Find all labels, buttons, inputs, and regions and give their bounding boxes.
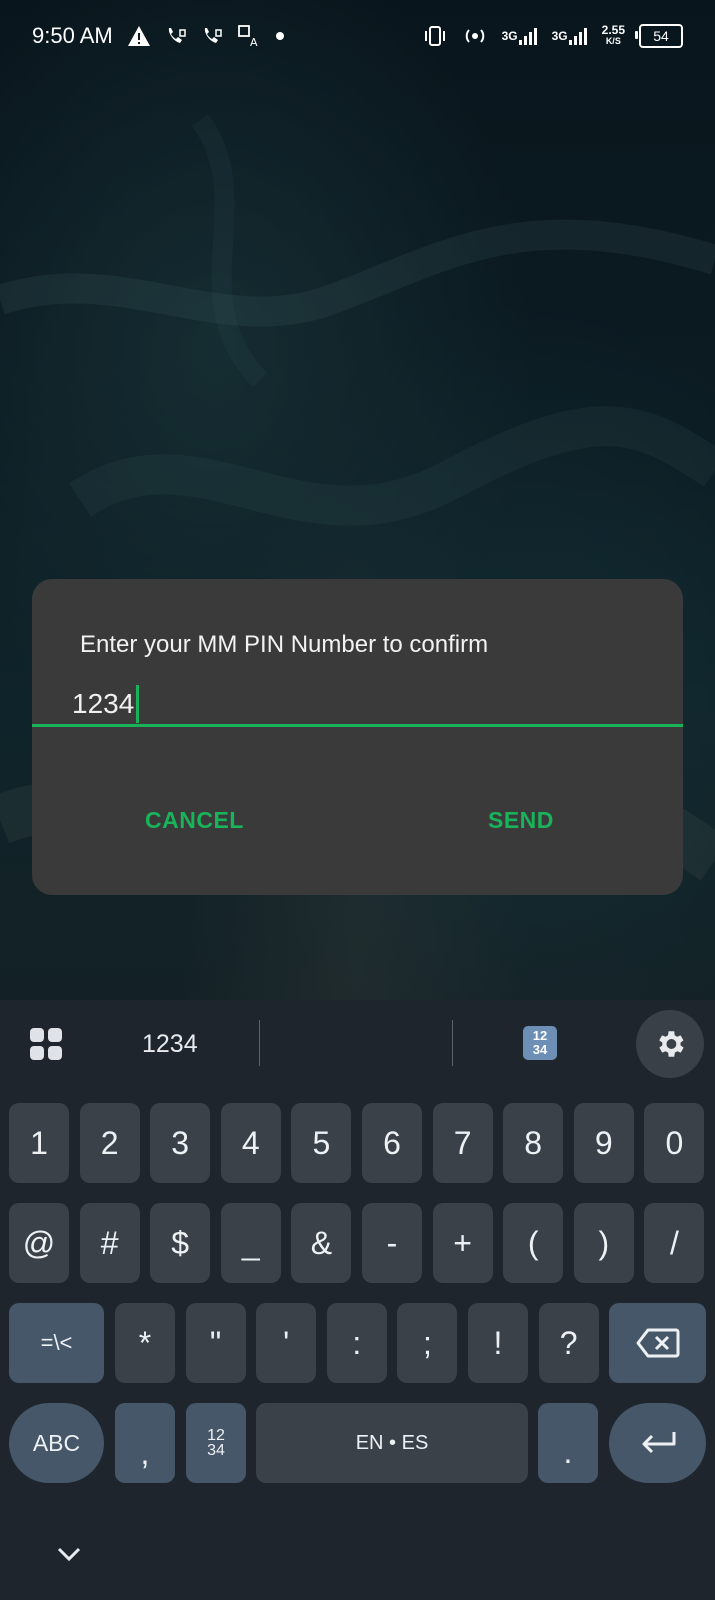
- suggestion-divider: [259, 1020, 260, 1066]
- number-key[interactable]: 4: [220, 1103, 281, 1183]
- comma-key[interactable]: ,: [115, 1403, 175, 1483]
- space-bar[interactable]: EN • ES: [256, 1403, 528, 1483]
- symbol-key[interactable]: _: [220, 1203, 281, 1283]
- warning-icon: [127, 24, 151, 48]
- wifi-call-icon: [165, 24, 187, 48]
- symbol-key[interactable]: ): [573, 1203, 634, 1283]
- enter-icon: [642, 1432, 675, 1454]
- volte-call-icon: [201, 24, 223, 48]
- cancel-button[interactable]: CANCEL: [145, 807, 244, 834]
- gear-icon: [659, 1031, 684, 1057]
- punctuation-key[interactable]: !: [468, 1303, 528, 1383]
- symbol-key[interactable]: -: [362, 1203, 422, 1283]
- punctuation-key[interactable]: ": [185, 1303, 246, 1383]
- number-key[interactable]: 2: [79, 1103, 140, 1183]
- battery-icon: 54: [635, 24, 683, 48]
- chevron-down-icon: [57, 1547, 81, 1562]
- backspace-key[interactable]: [609, 1303, 706, 1383]
- signal-sim2-icon: 3G: [552, 24, 588, 48]
- translate-icon: A: [237, 24, 261, 48]
- svg-text:A: A: [250, 36, 258, 48]
- symbol-key[interactable]: @: [9, 1203, 69, 1283]
- hotspot-icon: [462, 24, 488, 48]
- enter-key[interactable]: [609, 1403, 706, 1483]
- number-key[interactable]: 7: [432, 1103, 493, 1183]
- network-speed: 2.55 K/S: [601, 23, 625, 46]
- number-key[interactable]: 0: [644, 1103, 705, 1183]
- notification-dot-icon: [275, 24, 285, 48]
- pin-dialog: Enter your MM PIN Number to confirm 1234…: [32, 579, 683, 895]
- apps-grid-icon[interactable]: [30, 1028, 62, 1060]
- period-key[interactable]: .: [538, 1403, 598, 1483]
- symbol-key[interactable]: /: [644, 1203, 705, 1283]
- settings-button[interactable]: [636, 1010, 704, 1078]
- suggestion-strip: 1234 12 34: [0, 1000, 715, 1088]
- punctuation-key[interactable]: :: [326, 1303, 387, 1383]
- symbols-page-key[interactable]: =\<: [9, 1303, 104, 1383]
- keyboard: 1234 12 34 1234567890 @ # $ _ & - +() / =\< * " '…: [0, 1000, 715, 1600]
- number-key[interactable]: 9: [573, 1103, 634, 1183]
- punctuation-key[interactable]: *: [115, 1303, 175, 1383]
- number-pad-emoji-icon[interactable]: 12 34: [523, 1026, 557, 1060]
- vibrate-icon: [422, 24, 448, 48]
- suggestion-divider: [452, 1020, 453, 1066]
- pin-value: 1234: [72, 688, 135, 719]
- symbol-key[interactable]: &: [291, 1203, 352, 1283]
- abc-key[interactable]: ABC: [9, 1403, 104, 1483]
- status-time: 9:50 AM: [32, 23, 113, 48]
- number-key[interactable]: 6: [362, 1103, 422, 1183]
- dialog-title: Enter your MM PIN Number to confirm: [80, 631, 489, 658]
- status-bar: 9:50 AM A 3G 3G 2.55 K/S 54: [0, 0, 715, 72]
- suggestion-word[interactable]: 1234: [142, 1030, 198, 1059]
- number-key[interactable]: 8: [503, 1103, 564, 1183]
- symbol-key[interactable]: +: [432, 1203, 493, 1283]
- numpad-key[interactable]: 12 34: [186, 1403, 246, 1483]
- number-key[interactable]: 1: [9, 1103, 69, 1183]
- text-cursor: [136, 685, 140, 723]
- number-key[interactable]: 5: [291, 1103, 352, 1183]
- punctuation-key[interactable]: ;: [397, 1303, 458, 1383]
- symbol-key[interactable]: #: [79, 1203, 140, 1283]
- pin-input[interactable]: 1234: [32, 675, 683, 727]
- symbol-key[interactable]: (: [503, 1203, 564, 1283]
- backspace-icon: [636, 1328, 679, 1358]
- numpad-key-label: 12 34: [207, 1427, 225, 1459]
- punctuation-key[interactable]: ': [256, 1303, 317, 1383]
- send-button[interactable]: SEND: [488, 807, 554, 834]
- symbol-key[interactable]: $: [150, 1203, 211, 1283]
- punctuation-key[interactable]: ?: [538, 1303, 599, 1383]
- signal-sim1-icon: 3G: [502, 24, 538, 48]
- hide-keyboard-button[interactable]: [56, 1546, 82, 1567]
- number-key[interactable]: 3: [150, 1103, 211, 1183]
- input-underline: [32, 724, 683, 727]
